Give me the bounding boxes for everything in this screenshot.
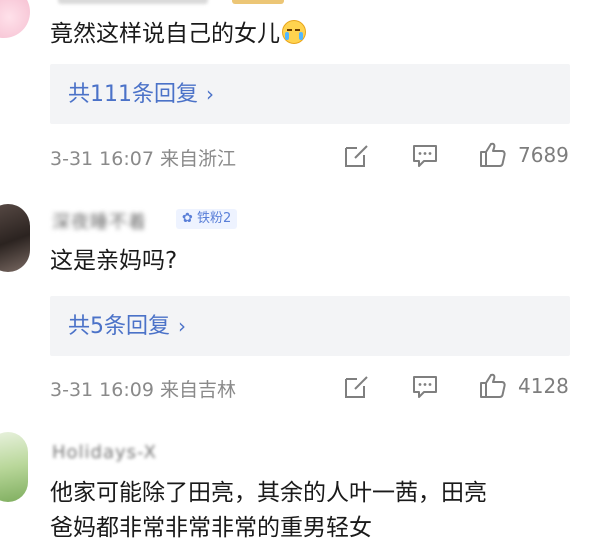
comment-text: 这是亲妈吗? [50, 248, 178, 274]
like-icon[interactable] [478, 139, 508, 169]
like-count: 4128 [518, 374, 569, 398]
fan-badge: ✿ 铁粉2 [176, 209, 238, 229]
cry-laugh-emoji-icon [282, 20, 306, 44]
fan-badge-icon: ✿ [182, 211, 198, 226]
username-fragment [58, 0, 208, 4]
like-icon[interactable] [478, 370, 508, 400]
avatar[interactable] [0, 0, 30, 38]
reply-summary-box[interactable]: 共5条回复 › [50, 296, 570, 356]
comment-icon[interactable] [410, 371, 440, 401]
view-replies-link[interactable]: 共111条回复 › [68, 64, 214, 125]
avatar[interactable] [0, 432, 28, 502]
view-replies-link[interactable]: 共5条回复 › [68, 296, 186, 357]
comment-text: 竟然这样说自己的女儿 [50, 18, 306, 50]
badge-fragment [232, 0, 284, 4]
username[interactable]: 深夜睡不着 [52, 208, 147, 234]
comment-text-line: 他家可能除了田亮，其余的人叶一茜，田亮 [50, 480, 487, 506]
comment-text-line: 爸妈都非常非常非常的重男轻女 [50, 515, 372, 541]
chevron-right-icon: › [178, 314, 186, 338]
reply-summary-box[interactable]: 共111条回复 › [50, 64, 570, 124]
comment-icon[interactable] [410, 140, 440, 170]
avatar[interactable] [0, 204, 30, 272]
comment-meta: 3-31 16:09 来自吉林 [50, 379, 236, 401]
username[interactable]: Holidays-X [52, 442, 157, 463]
edit-icon[interactable] [342, 371, 372, 401]
like-count: 7689 [518, 143, 569, 167]
chevron-right-icon: › [206, 82, 214, 106]
edit-icon[interactable] [342, 140, 372, 170]
comment-meta: 3-31 16:07 来自浙江 [50, 148, 236, 170]
